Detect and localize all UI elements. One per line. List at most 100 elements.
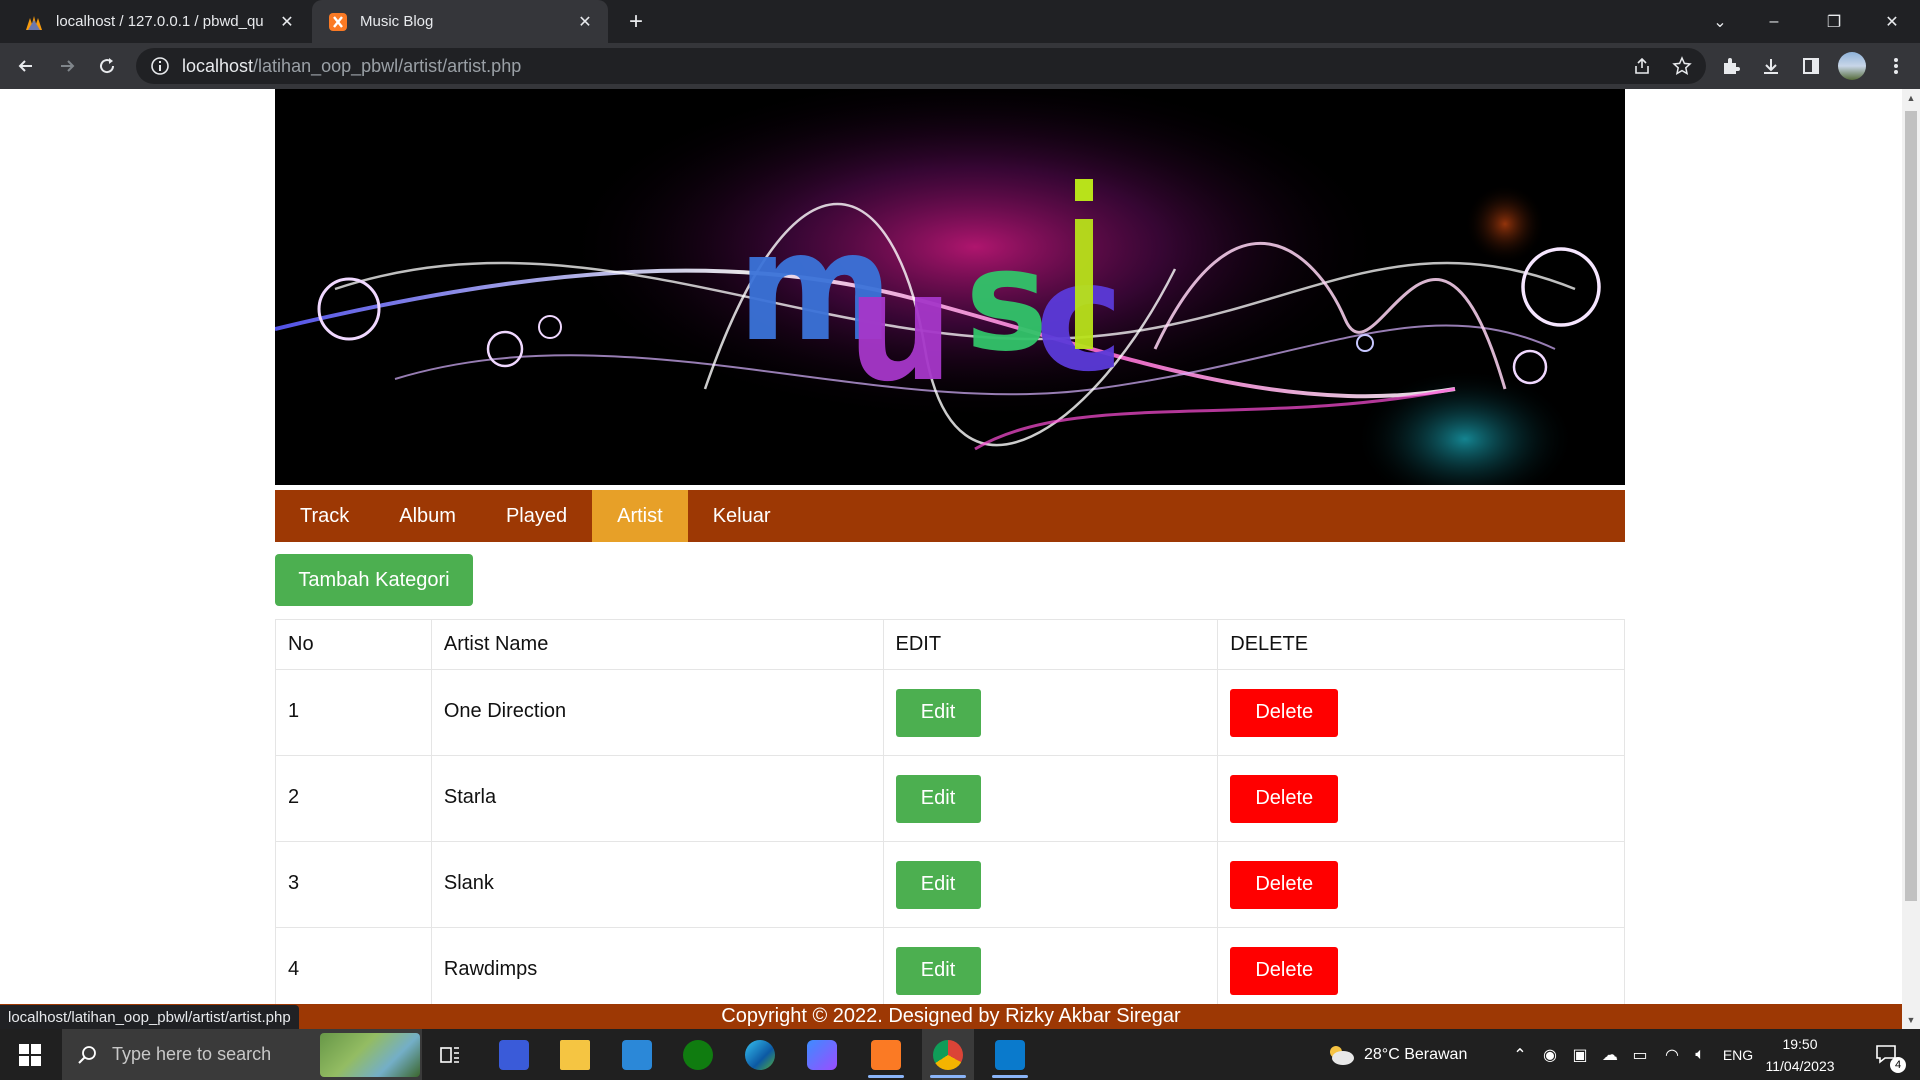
new-tab-icon[interactable]: + [620,6,652,38]
tab-phpmyadmin[interactable]: localhost / 127.0.0.1 / pbwd_quiz ✕ [8,0,310,43]
phpmyadmin-icon [26,15,42,30]
artist-table: No Artist Name EDIT DELETE 1 One Directi… [275,619,1625,1014]
scroll-down-arrow-icon[interactable]: ▼ [1902,1011,1920,1029]
weather-widget[interactable]: 28°C Berawan [1326,1029,1486,1080]
xampp-icon [329,12,347,31]
profile-avatar[interactable] [1836,50,1868,82]
table-row: 4 Rawdimps Edit Delete [275,927,1625,1014]
delete-button[interactable]: Delete [1230,774,1339,823]
restore-icon[interactable]: ❐ [1806,0,1862,43]
taskbar-search-box[interactable]: Type here to search [62,1029,422,1080]
edit-button[interactable]: Edit [895,774,981,823]
xampp-taskbar-icon[interactable] [860,1029,912,1080]
close-window-icon[interactable]: ✕ [1864,0,1920,43]
taskbar-clock[interactable]: 19:50 11/04/2023 [1760,1029,1840,1080]
battery-icon[interactable]: ▭ [1628,1029,1652,1080]
close-tab-icon[interactable]: ✕ [276,11,298,33]
scrollbar-thumb[interactable] [1905,111,1917,901]
cell-no: 3 [275,841,432,928]
xbox-icon[interactable] [672,1029,724,1080]
windows-taskbar: Type here to search 28°C Berawan ⌃ ◉ ▣ ☁… [0,1029,1920,1080]
page-viewport: m u s c Track Album Played Artist Keluar… [0,89,1902,1029]
weather-text: 28°C Berawan [1364,1045,1468,1063]
link-status-bar: localhost/latihan_oop_pbwl/artist/artist… [0,1005,299,1029]
menu-item-keluar[interactable]: Keluar [688,490,796,542]
mail-icon[interactable] [611,1029,663,1080]
forward-icon[interactable] [51,50,83,82]
url-path: /latihan_oop_pbwl/artist/artist.php [253,55,522,76]
search-highlight-image [320,1033,420,1077]
close-tab-icon[interactable]: ✕ [574,11,596,33]
delete-button[interactable]: Delete [1230,688,1339,737]
reload-icon[interactable] [91,50,123,82]
table-row: 1 One Direction Edit Delete [275,669,1625,756]
cell-artist-name: Rawdimps [430,927,884,1014]
cell-no: 4 [275,927,432,1014]
notification-center-icon[interactable]: 4 [1862,1029,1912,1080]
tab-music-blog[interactable]: Music Blog ✕ [312,0,608,43]
side-panel-icon[interactable] [1795,50,1827,82]
weather-cloudy-icon [1330,1045,1354,1065]
extensions-icon[interactable] [1715,50,1747,82]
search-icon [78,1045,96,1064]
edge-icon[interactable] [734,1029,786,1080]
bing-chat-icon[interactable] [796,1029,848,1080]
menu-item-artist[interactable]: Artist [592,490,688,542]
tab-title: localhost / 127.0.0.1 / pbwd_quiz [56,13,264,30]
column-header-artist-name: Artist Name [430,619,884,670]
tambah-kategori-button[interactable]: Tambah Kategori [275,554,473,606]
cell-no: 1 [275,669,432,756]
column-header-delete: DELETE [1217,619,1625,670]
back-icon[interactable] [10,50,42,82]
language-indicator[interactable]: ENG [1718,1029,1758,1080]
edit-button[interactable]: Edit [895,860,981,909]
url-host: localhost [182,55,254,76]
onedrive-icon[interactable]: ☁ [1598,1029,1622,1080]
wifi-icon[interactable]: ◠ [1660,1029,1684,1080]
volume-icon[interactable]: 🔈︎ [1688,1029,1712,1080]
windows-logo-icon [19,1043,41,1066]
table-row: 2 Starla Edit Delete [275,755,1625,842]
download-icon[interactable] [1755,50,1787,82]
cell-artist-name: Starla [430,755,884,842]
task-view-icon[interactable] [424,1029,476,1080]
share-icon[interactable] [1624,48,1660,84]
bookmark-star-icon[interactable] [1664,48,1700,84]
record-icon[interactable]: ◉ [1538,1029,1562,1080]
menu-kebab-icon[interactable] [1880,50,1912,82]
taskbar-app-1-icon[interactable] [488,1029,540,1080]
svg-text:u: u [847,241,954,415]
tab-search-chevron-icon[interactable]: ⌄ [1692,0,1748,43]
file-explorer-icon[interactable] [549,1029,601,1080]
chrome-taskbar-icon[interactable] [922,1029,974,1080]
show-hidden-icons-icon[interactable]: ⌃ [1508,1029,1532,1080]
search-placeholder: Type here to search [112,1044,272,1064]
address-bar[interactable]: localhost/latihan_oop_pbwl/artist/artist… [136,48,1706,84]
edit-button[interactable]: Edit [895,946,981,995]
minimize-icon[interactable]: – [1746,0,1802,43]
main-menu: Track Album Played Artist Keluar [275,490,1625,542]
page-scrollbar[interactable]: ▲ ▼ [1902,89,1920,1029]
menu-item-album[interactable]: Album [374,490,481,542]
column-header-edit: EDIT [882,619,1219,670]
site-info-icon[interactable] [150,56,170,76]
clock-date: 11/04/2023 [1765,1057,1835,1074]
meet-icon[interactable]: ▣ [1568,1029,1592,1080]
scroll-up-arrow-icon[interactable]: ▲ [1902,89,1920,107]
tab-title: Music Blog [360,13,434,30]
delete-button[interactable]: Delete [1230,860,1339,909]
menu-item-played[interactable]: Played [481,490,592,542]
menu-item-track[interactable]: Track [275,490,374,542]
browser-toolbar: localhost/latihan_oop_pbwl/artist/artist… [0,43,1920,89]
cell-artist-name: One Direction [430,669,884,756]
vscode-taskbar-icon[interactable] [984,1029,1036,1080]
cell-no: 2 [275,755,432,842]
avatar [1838,52,1866,80]
table-header-row: No Artist Name EDIT DELETE [275,619,1625,670]
start-button[interactable] [0,1029,60,1080]
notification-count-badge: 4 [1890,1057,1906,1073]
edit-button[interactable]: Edit [895,688,981,737]
delete-button[interactable]: Delete [1230,946,1339,995]
column-header-no: No [275,619,432,670]
table-row: 3 Slank Edit Delete [275,841,1625,928]
